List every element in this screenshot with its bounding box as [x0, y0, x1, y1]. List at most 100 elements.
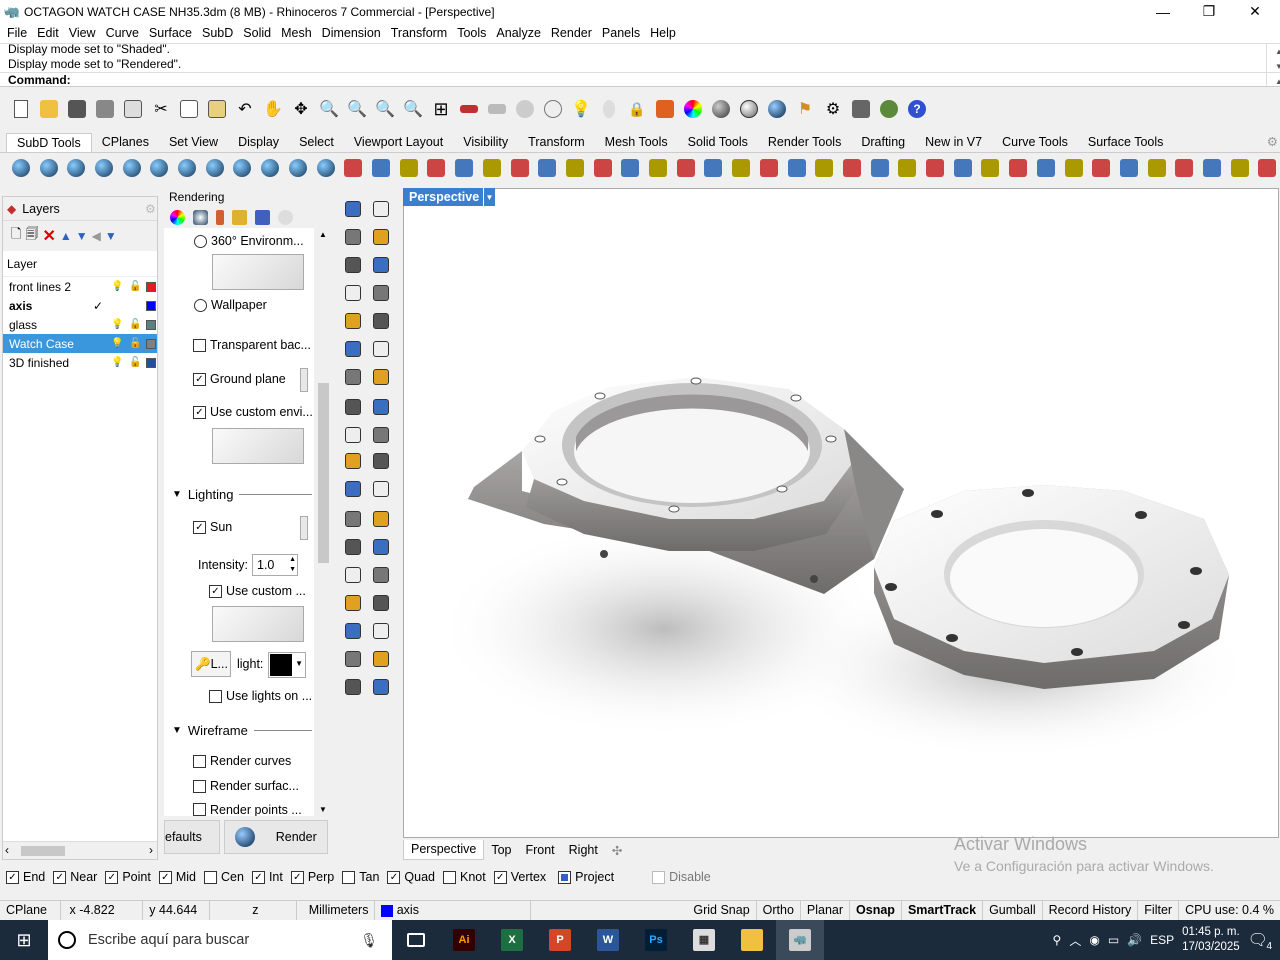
render-curves-option[interactable]: Render curves	[193, 754, 291, 768]
osnap-vertex[interactable]: ✓ Vertex	[493, 870, 546, 884]
lock-icon[interactable]: 🔓	[129, 281, 141, 292]
rotate-view-icon[interactable]: ✥	[288, 96, 314, 122]
osnap-quad[interactable]: ✓ Quad	[387, 870, 435, 884]
chevron-up-icon[interactable]: ︿	[1069, 932, 1081, 949]
subd-insert-icon[interactable]	[424, 155, 450, 181]
subd-tri-icon[interactable]	[340, 155, 366, 181]
lighting-section[interactable]: ▼ Lighting	[172, 487, 312, 502]
taskbar-search[interactable]: Escribe aquí para buscar 🎙	[48, 920, 392, 960]
people-icon[interactable]: ⚲	[1053, 933, 1062, 947]
tab-select[interactable]: Select	[289, 133, 344, 152]
microphone-icon[interactable]: 🎙	[360, 932, 378, 949]
word-icon[interactable]: W	[584, 920, 632, 960]
notifications-icon[interactable]: 🗨 4	[1248, 930, 1272, 952]
network-icon[interactable]: ▭	[1108, 933, 1119, 947]
tab-curve-tools[interactable]: Curve Tools	[992, 133, 1078, 152]
stepper-icon[interactable]: ▲ ▼	[289, 555, 296, 575]
osnap-checkbox[interactable]	[342, 870, 356, 884]
subd-loft-icon[interactable]	[451, 155, 477, 181]
layer-row[interactable]: front lines 2 💡 🔓	[3, 277, 157, 296]
use-custom-checkbox[interactable]: ✓	[209, 584, 222, 598]
menu-edit[interactable]: Edit	[32, 26, 64, 40]
paint-icon[interactable]	[368, 674, 394, 700]
group-icon[interactable]	[340, 476, 366, 502]
rendering-gear-icon[interactable]	[278, 209, 293, 225]
tab-mesh-tools[interactable]: Mesh Tools	[595, 133, 678, 152]
tab-transform[interactable]: Transform	[518, 133, 595, 152]
osnap-checkbox[interactable]: ✓	[387, 870, 401, 884]
undo-icon[interactable]: ↶	[232, 96, 258, 122]
analyze-icon[interactable]	[340, 646, 366, 672]
tab-subd-tools[interactable]: SubD Tools	[6, 133, 92, 152]
grasshopper-icon[interactable]	[876, 96, 902, 122]
subd-flat-icon[interactable]	[950, 155, 976, 181]
color-wheel-tab-icon[interactable]	[170, 209, 185, 225]
perspective-viewport[interactable]	[403, 188, 1279, 838]
subd-surface-icon[interactable]	[1144, 155, 1170, 181]
osnap-checkbox[interactable]	[204, 870, 217, 884]
select-filter-icon[interactable]: ⚑	[792, 96, 818, 122]
powerpoint-icon[interactable]: P	[536, 920, 584, 960]
cut-icon[interactable]: ✂	[148, 96, 174, 122]
circle-icon[interactable]	[340, 252, 366, 278]
materials-tab-icon[interactable]	[216, 209, 224, 225]
subd-split-icon[interactable]	[590, 155, 616, 181]
polyline-icon[interactable]	[340, 224, 366, 250]
layer-color-swatch[interactable]	[146, 300, 156, 311]
subd-sphere-icon[interactable]	[147, 155, 173, 181]
intensity-input[interactable]: 1.0 ▲ ▼	[252, 554, 298, 576]
wallpaper-radio[interactable]	[194, 298, 207, 312]
extrude-icon[interactable]	[368, 336, 394, 362]
osnap-cen[interactable]: Cen	[204, 870, 244, 884]
subd-delete-icon[interactable]	[728, 155, 754, 181]
illustrator-icon[interactable]: Ai	[440, 920, 488, 960]
subd-tools-icon[interactable]	[1172, 155, 1198, 181]
osnap-checkbox[interactable]	[558, 870, 572, 884]
layers-hscrollbar[interactable]: ‹ ›	[3, 841, 157, 859]
osnap-checkbox[interactable]: ✓	[105, 870, 119, 884]
tab-visibility[interactable]: Visibility	[453, 133, 518, 152]
visibility-bulb-icon[interactable]: 💡	[111, 319, 123, 330]
move-icon[interactable]	[368, 448, 394, 474]
lock-icon[interactable]: 🔓	[129, 338, 141, 349]
select-arrow-icon[interactable]	[340, 196, 366, 222]
osnap-checkbox[interactable]	[443, 870, 456, 884]
toggle-planar[interactable]: Planar	[801, 900, 851, 921]
point-icon[interactable]	[368, 196, 394, 222]
calculator-icon[interactable]: ▦	[680, 920, 728, 960]
save-icon[interactable]	[64, 96, 90, 122]
cylinder-icon[interactable]	[340, 394, 366, 420]
layer-color-swatch[interactable]	[146, 281, 156, 292]
toolbox-icon[interactable]	[848, 96, 874, 122]
osnap-perp[interactable]: ✓ Perp	[290, 870, 334, 884]
subd-point-icon[interactable]	[1088, 155, 1114, 181]
current-layer-check-icon[interactable]: ✓	[93, 299, 103, 313]
render-points-option[interactable]: Render points ...	[193, 803, 302, 816]
scroll-thumb[interactable]	[21, 846, 65, 856]
osnap-tan[interactable]: Tan	[342, 870, 379, 884]
paste-icon[interactable]	[204, 96, 230, 122]
subd-cube2-icon[interactable]	[507, 155, 533, 181]
menu-transform[interactable]: Transform	[386, 26, 453, 40]
photoshop-icon[interactable]: Ps	[632, 920, 680, 960]
subd-cube-icon[interactable]	[479, 155, 505, 181]
subd-edge-icon[interactable]	[1033, 155, 1059, 181]
osnap-checkbox[interactable]: ✓	[493, 870, 507, 884]
menu-panels[interactable]: Panels	[597, 26, 645, 40]
hide-objects-icon[interactable]	[540, 96, 566, 122]
subd-torus-icon[interactable]	[202, 155, 228, 181]
tab-display[interactable]: Display	[228, 133, 289, 152]
minimize-button[interactable]: —	[1140, 0, 1186, 23]
tab-viewport-layout[interactable]: Viewport Layout	[344, 133, 453, 152]
transparent-option[interactable]: Transparent bac...	[193, 338, 311, 352]
subd-ball-icon[interactable]	[230, 155, 256, 181]
tab-right[interactable]: Right	[562, 843, 605, 857]
tab-surface-tools[interactable]: Surface Tools	[1078, 133, 1174, 152]
maximize-button[interactable]: ❐	[1186, 0, 1232, 23]
trim-icon[interactable]	[340, 448, 366, 474]
rectangle-icon[interactable]	[368, 280, 394, 306]
lock-icon[interactable]: 🔓	[129, 319, 141, 330]
menu-subd[interactable]: SubD	[197, 26, 238, 40]
ellipse-icon[interactable]	[368, 252, 394, 278]
materials-icon[interactable]	[652, 96, 678, 122]
